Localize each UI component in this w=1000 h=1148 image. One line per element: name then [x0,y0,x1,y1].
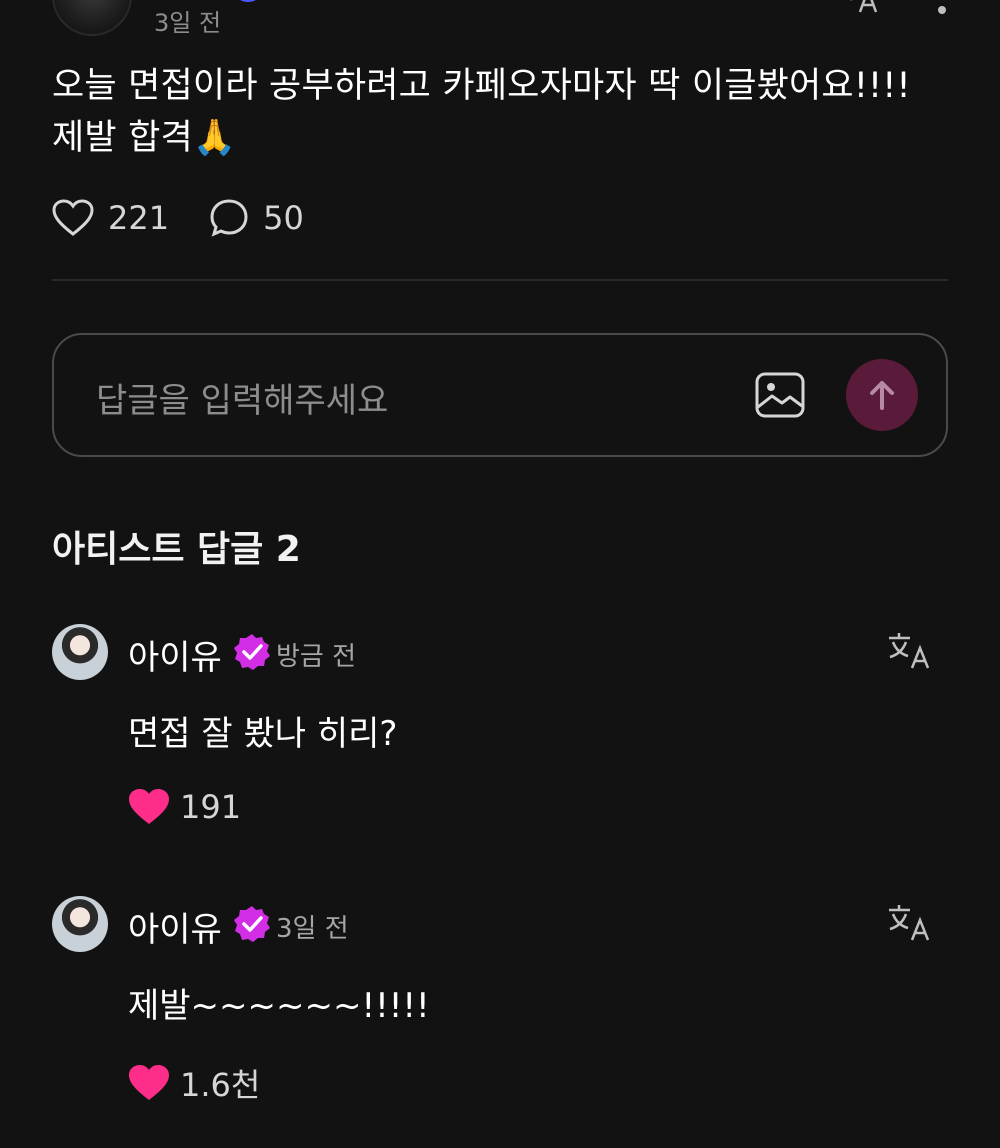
heart-outline-icon [52,199,94,236]
post-comment-count: 50 [263,199,304,237]
reply-time: 3일 전 [276,914,349,944]
reply-input-box[interactable]: 답글을 입력해주세요 [52,333,948,457]
artist-avatar[interactable] [52,624,108,680]
post-actions: 221 50 [52,196,344,240]
artist-avatar[interactable] [52,896,108,952]
heart-filled-icon [129,1065,169,1100]
reply-text: 면접 잘 봤나 히리? [128,714,398,754]
post-body: 오늘 면접이라 공부하려고 카페오자마자 딱 이글봤어요!!!! 제발 합격🙏 [52,66,911,158]
artist-replies-title: 아티스트 답글 2 [52,529,301,570]
translate-icon[interactable] [886,630,932,670]
heart-filled-icon [129,789,169,824]
post-author-badge-icon [236,0,260,2]
post-like-count: 221 [108,199,170,237]
post-translate-icon[interactable] [838,0,882,14]
send-arrow-icon [870,381,894,410]
divider [52,279,948,281]
post-author-avatar[interactable] [52,0,132,36]
post-comment-button[interactable]: 50 [209,198,304,238]
reply-like-count: 191 [180,788,242,826]
verified-badge-icon [234,906,270,942]
artist-reply-item: 아이유 3일 전 제발~~~~~~!!!!! 1.6천 [0,896,1000,1116]
reply-like-button[interactable]: 1.6천 [128,1060,260,1106]
artist-reply-item: 아이유 방금 전 면접 잘 봤나 히리? 191 [0,624,1000,844]
reply-time: 방금 전 [276,642,357,672]
comment-icon [210,199,248,237]
reply-text: 제발~~~~~~!!!!! [128,986,430,1026]
post-like-button[interactable]: 221 [52,199,169,237]
send-button[interactable] [846,359,918,431]
artist-name[interactable]: 아이유 [128,630,222,679]
reply-input-placeholder[interactable]: 답글을 입력해주세요 [96,373,388,422]
verified-badge-icon [234,634,270,670]
post-time: 3일 전 [154,9,222,37]
image-icon[interactable] [754,369,806,421]
reply-like-button[interactable]: 191 [128,788,241,826]
more-vert-icon[interactable] [930,0,954,20]
post-detail-page: 3일 전 오늘 면접이라 공부하려고 카페오자마자 딱 이글봤어요!!!! 제발… [0,0,1000,1148]
reply-like-count: 1.6천 [180,1066,261,1104]
translate-icon[interactable] [886,902,932,942]
artist-name[interactable]: 아이유 [128,902,222,951]
